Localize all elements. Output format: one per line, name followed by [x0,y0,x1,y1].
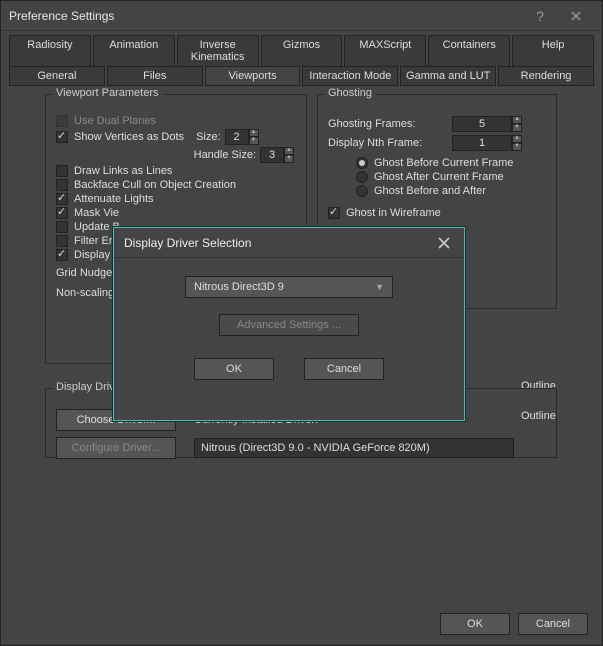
display-driver-selection-modal: Display Driver Selection Nitrous Direct3… [113,227,465,421]
tab-maxscript[interactable]: MAXScript [344,35,426,66]
advanced-settings-button[interactable]: Advanced Settings ... [219,314,359,336]
tab-animation[interactable]: Animation [93,35,175,66]
nth-frame-label: Display Nth Frame: [328,137,448,149]
handle-down-icon[interactable]: ▼ [284,155,294,163]
tab-interaction-mode[interactable]: Interaction Mode [302,66,398,86]
modal-actions: OK Cancel [194,358,384,380]
handle-size-input[interactable] [260,147,284,163]
chevron-down-icon: ▼ [375,282,384,292]
dialog-footer: OK Cancel [440,613,588,635]
tab-general[interactable]: General [9,66,105,86]
nth-frame-input[interactable] [452,135,512,151]
ghosting-frames-input[interactable] [452,116,512,132]
tab-rendering[interactable]: Rendering [498,66,594,86]
handle-up-icon[interactable]: ▲ [284,147,294,155]
size-down-icon[interactable]: ▼ [249,137,259,145]
gf-down-icon[interactable]: ▼ [512,124,522,132]
ghost-before-radio[interactable] [356,157,368,169]
size-input[interactable] [225,129,249,145]
close-button[interactable] [558,2,594,30]
handle-size-label: Handle Size: [194,149,256,161]
ghosting-title: Ghosting [324,87,376,99]
configure-driver-button[interactable]: Configure Driver... [56,437,176,459]
non-scaling-label: Non-scaling [56,287,114,299]
show-vertices-label: Show Vertices as Dots [74,131,184,143]
ghosting-frames-label: Ghosting Frames: [328,118,448,130]
mask-label: Mask Vie [74,207,119,219]
modal-ok-button[interactable]: OK [194,358,274,380]
ok-button[interactable]: OK [440,613,510,635]
installed-driver-field[interactable] [194,438,514,458]
ghost-wireframe-label: Ghost in Wireframe [346,207,441,219]
tab-gizmos[interactable]: Gizmos [261,35,343,66]
cancel-button[interactable]: Cancel [518,613,588,635]
nth-up-icon[interactable]: ▲ [512,135,522,143]
driver-dropdown[interactable]: Nitrous Direct3D 9 ▼ [185,276,393,298]
size-up-icon[interactable]: ▲ [249,129,259,137]
modal-body: Nitrous Direct3D 9 ▼ Advanced Settings .… [114,258,464,398]
ghost-after-label: Ghost After Current Frame [374,171,504,183]
ghost-after-radio[interactable] [356,171,368,183]
use-dual-planes-label: Use Dual Planes [74,115,156,127]
tabs-row-1: Radiosity Animation Inverse Kinematics G… [1,31,602,66]
window-title: Preference Settings [9,9,522,23]
grid-nudge-label: Grid Nudge [56,267,112,279]
tab-inverse-kinematics[interactable]: Inverse Kinematics [177,35,259,66]
tabs-row-2: General Files Viewports Interaction Mode… [1,66,602,86]
tab-help[interactable]: Help [512,35,594,66]
preference-settings-window: Preference Settings ? Radiosity Animatio… [0,0,603,646]
size-spinner[interactable]: ▲▼ [225,129,259,145]
ghost-before-label: Ghost Before Current Frame [374,157,513,169]
show-vertices-checkbox[interactable] [56,131,68,143]
handle-size-spinner[interactable]: ▲▼ [260,147,294,163]
filter-checkbox[interactable] [56,235,68,247]
tab-viewports[interactable]: Viewports [205,66,301,86]
viewport-parameters-title: Viewport Parameters [52,87,163,99]
ghost-wireframe-checkbox[interactable] [328,207,340,219]
draw-links-label: Draw Links as Lines [74,165,172,177]
draw-links-checkbox[interactable] [56,165,68,177]
tab-containers[interactable]: Containers [428,35,510,66]
attenuate-checkbox[interactable] [56,193,68,205]
driver-dropdown-value: Nitrous Direct3D 9 [194,281,284,293]
modal-close-button[interactable] [434,233,454,253]
nth-down-icon[interactable]: ▼ [512,143,522,151]
display-w-checkbox[interactable] [56,249,68,261]
gf-up-icon[interactable]: ▲ [512,116,522,124]
tab-files[interactable]: Files [107,66,203,86]
tab-radiosity[interactable]: Radiosity [9,35,91,66]
modal-titlebar: Display Driver Selection [114,228,464,258]
modal-cancel-button[interactable]: Cancel [304,358,384,380]
use-dual-planes-checkbox[interactable] [56,115,68,127]
titlebar: Preference Settings ? [1,1,602,31]
attenuate-label: Attenuate Lights [74,193,154,205]
backface-checkbox[interactable] [56,179,68,191]
backface-label: Backface Cull on Object Creation [74,179,236,191]
ghosting-frames-spinner[interactable]: ▲▼ [452,116,522,132]
nth-frame-spinner[interactable]: ▲▼ [452,135,522,151]
modal-title: Display Driver Selection [124,236,434,250]
help-button[interactable]: ? [522,2,558,30]
update-checkbox[interactable] [56,221,68,233]
ghost-both-label: Ghost Before and After [374,185,486,197]
size-label: Size: [196,131,220,143]
ghost-both-radio[interactable] [356,185,368,197]
tab-gamma-lut[interactable]: Gamma and LUT [400,66,496,86]
mask-checkbox[interactable] [56,207,68,219]
